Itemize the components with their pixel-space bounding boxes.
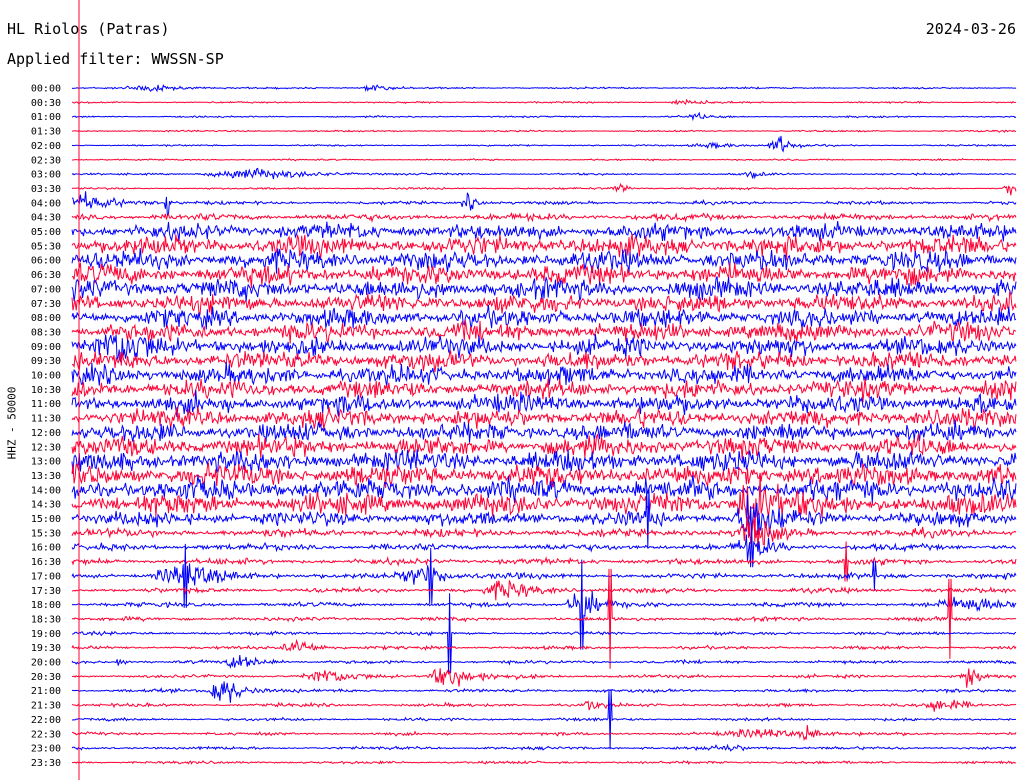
trace-row-2130: [71, 699, 1017, 712]
trace-row-0500: [71, 220, 1017, 242]
row-label-1330: 13:30: [31, 471, 61, 482]
trace-row-0300: [71, 167, 1016, 180]
row-label-1600: 16:00: [31, 543, 61, 554]
row-label-0630: 06:30: [31, 270, 61, 281]
row-label-2300: 23:00: [31, 744, 61, 755]
row-label-0430: 04:30: [31, 213, 61, 224]
row-label-0000: 00:00: [31, 84, 61, 95]
row-label-0600: 06:00: [31, 256, 61, 267]
helicorder-plot: 00:00 00:30 01:00 01:30 02:00 02:30 03:00 03:30…: [31, 0, 1017, 780]
row-label-0730: 07:30: [31, 299, 61, 310]
trace-row-1100: [71, 390, 1017, 417]
trace-row-1230: [71, 433, 1017, 460]
row-label-0900: 09:00: [31, 342, 61, 353]
row-label-1230: 12:30: [31, 442, 61, 453]
row-label-0330: 03:30: [31, 184, 61, 195]
trace-row-1500: [71, 488, 1017, 549]
row-label-1630: 16:30: [31, 557, 61, 568]
trace-row-0230: [71, 158, 1017, 162]
trace-row-1330: [71, 462, 1017, 488]
row-label-1930: 19:30: [31, 643, 61, 654]
row-label-0400: 04:00: [31, 198, 61, 209]
row-label-0500: 05:00: [31, 227, 61, 238]
row-label-2100: 21:00: [31, 686, 61, 697]
trace-row-1130: [71, 407, 1017, 430]
row-label-0830: 08:30: [31, 327, 61, 338]
row-label-1400: 14:00: [31, 485, 61, 496]
row-label-1900: 19:00: [31, 629, 61, 640]
row-label-0530: 05:30: [31, 241, 61, 252]
trace-row-0600: [71, 247, 1017, 274]
trace-row-2100: [72, 681, 1017, 703]
row-label-1430: 14:30: [31, 500, 61, 511]
row-label-1700: 17:00: [31, 571, 61, 582]
time-labels: 00:00 00:30 01:00 01:30 02:00 02:30 03:00 03:30…: [31, 84, 61, 769]
trace-row-0100: [71, 111, 1017, 122]
trace-row-0130: [71, 129, 1017, 133]
row-label-0700: 07:00: [31, 284, 61, 295]
trace-row-0430: [71, 211, 1017, 224]
row-label-1830: 18:30: [31, 614, 61, 625]
row-label-0230: 02:30: [31, 155, 61, 166]
row-label-2030: 20:30: [31, 672, 61, 683]
row-label-1300: 13:00: [31, 457, 61, 468]
trace-row-1400: [71, 475, 1017, 504]
trace-row-1930: [71, 638, 1017, 652]
row-label-0130: 01:30: [31, 127, 61, 138]
trace-row-0030: [71, 98, 1017, 106]
trace-row-0200: [71, 135, 1017, 153]
row-label-1030: 10:30: [31, 385, 61, 396]
row-label-1100: 11:00: [31, 399, 61, 410]
trace-row-0630: [71, 262, 1017, 289]
row-label-0300: 03:00: [31, 170, 61, 181]
trace-row-2000: [71, 655, 1017, 669]
trace-row-0830: [71, 319, 1017, 344]
row-label-1730: 17:30: [31, 586, 61, 597]
row-label-1130: 11:30: [31, 414, 61, 425]
trace-row-0930: [71, 350, 1017, 373]
row-label-2000: 20:00: [31, 658, 61, 669]
row-label-0100: 01:00: [31, 112, 61, 123]
trace-row-2230: [71, 725, 1017, 742]
trace-row-2200: [71, 689, 1017, 750]
row-label-1530: 15:30: [31, 528, 61, 539]
row-label-2130: 21:30: [31, 701, 61, 712]
row-label-1800: 18:00: [31, 600, 61, 611]
trace-row-2030: [71, 668, 1017, 688]
trace-row-0330: [71, 182, 1017, 196]
row-label-1000: 10:00: [31, 371, 61, 382]
row-label-0800: 08:00: [31, 313, 61, 324]
trace-row-0400: [71, 191, 1017, 217]
trace-row-1200: [71, 419, 1017, 443]
row-label-0200: 02:00: [31, 141, 61, 152]
row-label-2330: 23:30: [31, 758, 61, 769]
row-label-2200: 22:00: [31, 715, 61, 726]
trace-row-1700: [71, 543, 1017, 608]
trace-row-2330: [71, 760, 1017, 766]
row-label-1500: 15:00: [31, 514, 61, 525]
row-label-1200: 12:00: [31, 428, 61, 439]
row-label-2230: 22:30: [31, 729, 61, 740]
trace-row-1030: [71, 378, 1017, 403]
trace-row-1530: [71, 517, 1017, 549]
row-label-0030: 00:30: [31, 98, 61, 109]
trace-row-0000: [71, 83, 1017, 93]
trace-rows: [71, 83, 1017, 766]
trace-row-2300: [71, 743, 1017, 752]
row-label-0930: 09:30: [31, 356, 61, 367]
